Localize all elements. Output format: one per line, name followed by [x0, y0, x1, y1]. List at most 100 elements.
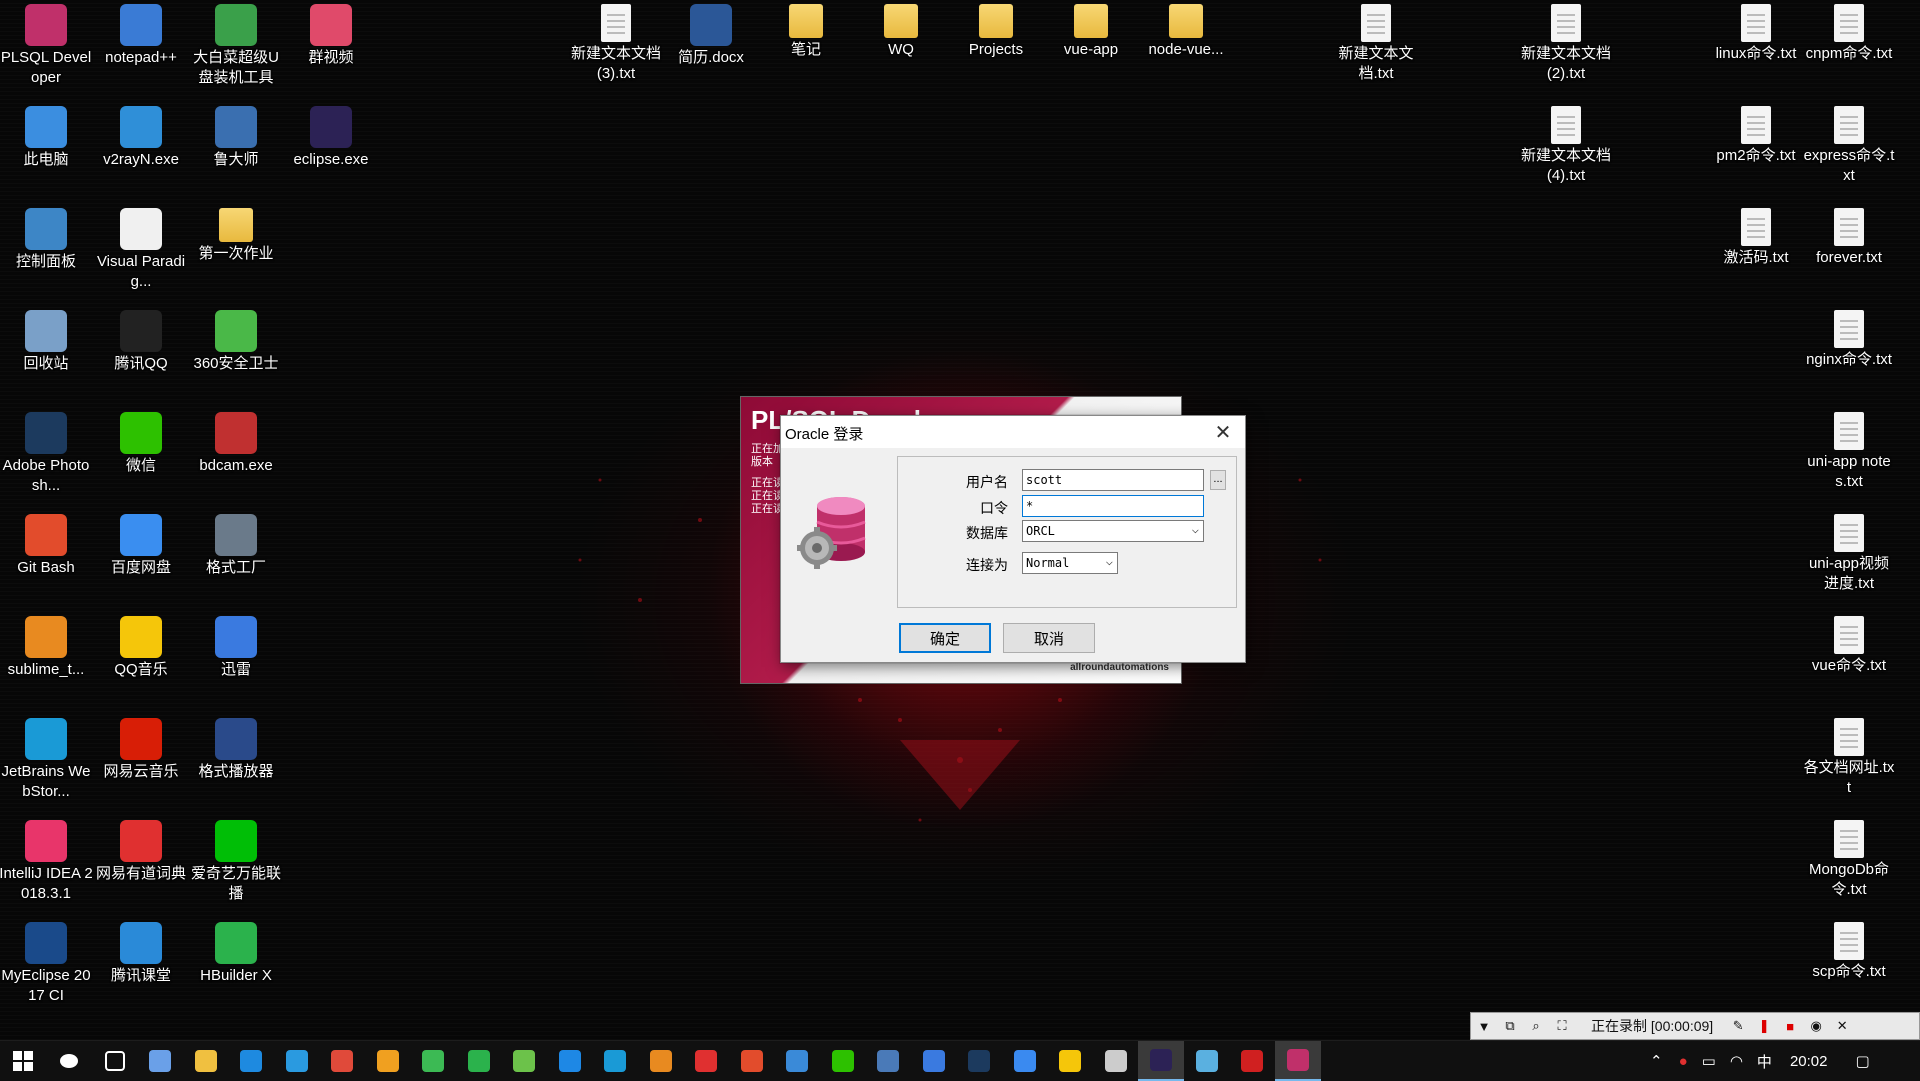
desktop-icon[interactable]: 控制面板 — [0, 204, 93, 272]
taskbar-app-button[interactable] — [1229, 1041, 1275, 1081]
desktop-icon[interactable]: WQ — [854, 0, 948, 60]
taskbar-app-button[interactable] — [956, 1041, 1002, 1081]
taskbar-app-button[interactable] — [911, 1041, 957, 1081]
taskbar-app-button[interactable] — [683, 1041, 729, 1081]
taskbar-app-button[interactable] — [274, 1041, 320, 1081]
desktop-icon[interactable]: IntelliJ IDEA 2018.3.1 — [0, 816, 93, 904]
pause-icon[interactable]: ❚ — [1751, 1018, 1777, 1034]
ime-indicator[interactable]: 中 — [1757, 1051, 1772, 1072]
desktop-icon[interactable]: 回收站 — [0, 306, 93, 374]
ok-button[interactable]: 确定 — [899, 623, 991, 653]
desktop-icon[interactable]: 网易云音乐 — [94, 714, 188, 782]
tray-app-icon[interactable]: ● — [1679, 1053, 1688, 1070]
taskbar-app-button[interactable] — [456, 1041, 502, 1081]
desktop-icon[interactable]: sublime_t... — [0, 612, 93, 680]
taskbar-app-button[interactable] — [183, 1041, 229, 1081]
chevron-up-icon[interactable]: ⌃ — [1650, 1052, 1663, 1070]
desktop-icon[interactable]: 大白菜超级U盘装机工具 — [189, 0, 283, 88]
desktop-icon[interactable]: vue-app — [1044, 0, 1138, 60]
taskbar-app-button[interactable] — [774, 1041, 820, 1081]
desktop-icon[interactable]: 新建文本文档 (3).txt — [569, 0, 663, 84]
desktop-icon[interactable]: eclipse.exe — [284, 102, 378, 170]
desktop-icon[interactable]: MongoDb命令.txt — [1802, 816, 1896, 900]
desktop-icon[interactable]: nginx命令.txt — [1802, 306, 1896, 370]
desktop-icon[interactable]: 微信 — [94, 408, 188, 476]
desktop-icon[interactable]: MyEclipse 2017 CI — [0, 918, 93, 1006]
clock[interactable]: 20:02 — [1790, 1053, 1828, 1070]
taskbar-app-button[interactable] — [228, 1041, 274, 1081]
taskbar-app-button[interactable] — [1047, 1041, 1093, 1081]
stop-icon[interactable]: ■ — [1777, 1019, 1803, 1034]
desktop-icon[interactable]: Projects — [949, 0, 1043, 60]
password-field[interactable]: * — [1022, 495, 1204, 517]
desktop-icon[interactable]: Adobe Photosh... — [0, 408, 93, 496]
close-icon[interactable]: ✕ — [1829, 1018, 1855, 1034]
taskbar-app-button[interactable] — [46, 1041, 92, 1081]
desktop-icon[interactable]: uni-app notes.txt — [1802, 408, 1896, 492]
username-field[interactable]: scott — [1022, 469, 1204, 491]
connect-as-select[interactable]: Normal — [1022, 551, 1118, 574]
taskbar-app-button[interactable] — [820, 1041, 866, 1081]
desktop-icon[interactable]: node-vue... — [1139, 0, 1233, 60]
desktop-icon[interactable]: Git Bash — [0, 510, 93, 578]
desktop-icon[interactable]: HBuilder X — [189, 918, 283, 986]
taskbar-app-button[interactable] — [638, 1041, 684, 1081]
pencil-icon[interactable]: ✎ — [1725, 1018, 1751, 1034]
taskbar-app-button[interactable] — [547, 1041, 593, 1081]
desktop-icon[interactable]: Visual Paradig... — [94, 204, 188, 292]
dialog-titlebar[interactable]: Oracle 登录 ✕ — [781, 416, 1245, 448]
desktop-icon[interactable]: uni-app视频进度.txt — [1802, 510, 1896, 594]
desktop-icon[interactable]: 360安全卫士 — [189, 306, 283, 374]
desktop-icon[interactable]: 激活码.txt — [1709, 204, 1803, 268]
desktop-icon[interactable]: 百度网盘 — [94, 510, 188, 578]
taskbar-app-button[interactable] — [410, 1041, 456, 1081]
taskbar-app-button[interactable] — [365, 1041, 411, 1081]
start-button[interactable] — [0, 1041, 46, 1081]
desktop-icon[interactable]: 群视频 — [284, 0, 378, 68]
desktop-icon[interactable]: notepad++ — [94, 0, 188, 68]
collapse-icon[interactable]: ▼ — [1471, 1019, 1497, 1034]
taskbar-app-button[interactable] — [729, 1041, 775, 1081]
taskbar-app-button[interactable] — [137, 1041, 183, 1081]
taskbar-app-button[interactable] — [592, 1041, 638, 1081]
desktop-icon[interactable]: 新建文本文档 (4).txt — [1519, 102, 1613, 186]
taskbar-app-button[interactable] — [319, 1041, 365, 1081]
desktop-icon[interactable]: 腾讯课堂 — [94, 918, 188, 986]
taskbar-app-button[interactable] — [501, 1041, 547, 1081]
desktop-icon[interactable]: 网易有道词典 — [94, 816, 188, 884]
desktop-icon[interactable]: JetBrains WebStor... — [0, 714, 93, 802]
battery-icon[interactable]: ▭ — [1702, 1052, 1716, 1070]
desktop-icon[interactable]: vue命令.txt — [1802, 612, 1896, 676]
desktop-icon[interactable]: 此电脑 — [0, 102, 93, 170]
desktop-icon[interactable]: 格式播放器 — [189, 714, 283, 782]
camera-icon[interactable]: ◉ — [1803, 1018, 1829, 1034]
desktop-icon[interactable]: QQ音乐 — [94, 612, 188, 680]
desktop-icon[interactable]: pm2命令.txt — [1709, 102, 1803, 166]
desktop-icon[interactable]: 腾讯QQ — [94, 306, 188, 374]
taskbar-app-button[interactable] — [1274, 1041, 1321, 1081]
desktop-icon[interactable]: 简历.docx — [664, 0, 758, 68]
taskbar-app-button[interactable] — [865, 1041, 911, 1081]
desktop-icon[interactable]: 迅雷 — [189, 612, 283, 680]
notification-icon[interactable]: ▢ — [1855, 1052, 1869, 1070]
desktop-icon[interactable]: 爱奇艺万能联播 — [189, 816, 283, 904]
desktop-icon[interactable]: 新建文本文档 (2).txt — [1519, 0, 1613, 84]
desktop-icon[interactable]: PLSQL Developer — [0, 0, 93, 88]
taskbar-app-button[interactable] — [1184, 1041, 1230, 1081]
desktop-icon[interactable]: cnpm命令.txt — [1802, 0, 1896, 64]
desktop-icon[interactable]: scp命令.txt — [1802, 918, 1896, 982]
desktop-icon[interactable]: v2rayN.exe — [94, 102, 188, 170]
desktop-icon[interactable]: 新建文本文档.txt — [1329, 0, 1423, 84]
taskbar-app-button[interactable] — [1002, 1041, 1048, 1081]
window-icon[interactable]: ⧉ — [1497, 1018, 1523, 1034]
cancel-button[interactable]: 取消 — [1003, 623, 1095, 653]
database-select[interactable]: ORCL — [1022, 519, 1204, 542]
zoom-icon[interactable]: ⌕ — [1523, 1018, 1549, 1034]
taskbar-app-button[interactable] — [1093, 1041, 1139, 1081]
desktop-icon[interactable]: 第一次作业 — [189, 204, 283, 264]
desktop-icon[interactable]: forever.txt — [1802, 204, 1896, 268]
desktop-icon[interactable]: express命令.txt — [1802, 102, 1896, 186]
browse-button[interactable]: ... — [1210, 470, 1226, 490]
desktop-icon[interactable]: 各文档网址.txt — [1802, 714, 1896, 798]
desktop-icon[interactable]: bdcam.exe — [189, 408, 283, 476]
